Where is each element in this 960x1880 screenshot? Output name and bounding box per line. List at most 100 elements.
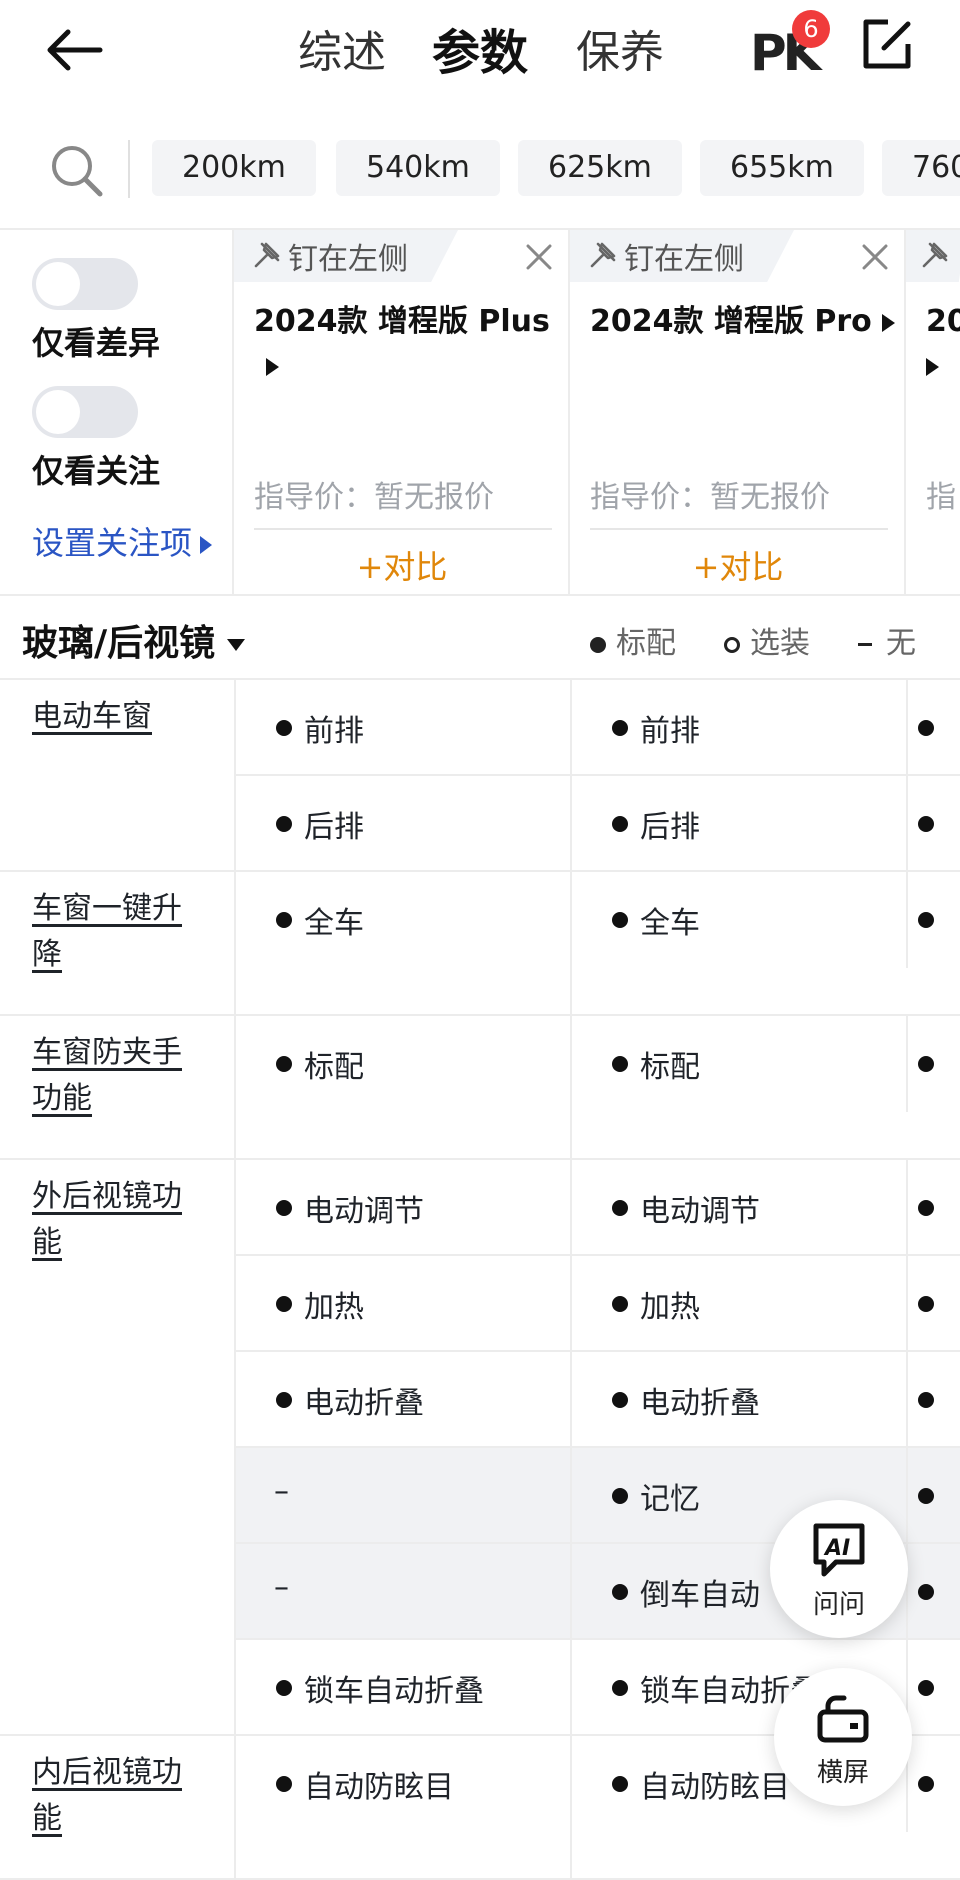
cell-value: 前排 (640, 714, 700, 749)
pk-count-badge: 6 (792, 10, 830, 48)
param-cell (906, 1736, 960, 1832)
set-focus-label: 设置关注项 (32, 524, 193, 562)
car-name-link[interactable]: 2024款 增程版 Pro (590, 300, 900, 344)
standard-dot-icon (612, 1200, 628, 1216)
param-group: 车窗一键升降 全车 全车 (0, 872, 960, 1016)
param-cell: 全车 (234, 872, 570, 968)
column-divider (234, 968, 236, 1016)
standard-dot-icon (918, 720, 934, 736)
column-divider (570, 1112, 572, 1160)
range-chip-200km[interactable]: 200km (152, 140, 316, 196)
add-compare-button[interactable]: +对比 (570, 542, 906, 588)
standard-dot-icon (918, 1056, 934, 1072)
param-cell: 前排 (570, 680, 906, 776)
param-group: 外后视镜功能 电动调节 电动调节 加热 加热 电动折叠 电动折叠 – 记忆 – 倒车自动 锁车自动折叠… (0, 1160, 960, 1736)
standard-dot-icon (612, 1296, 628, 1312)
pin-left-button[interactable]: 钉在左侧 (570, 230, 794, 282)
column-divider (570, 1832, 572, 1880)
standard-dot-icon (918, 912, 934, 928)
param-cell (906, 1256, 960, 1352)
param-cell: – (234, 1448, 570, 1544)
standard-dot-icon (612, 912, 628, 928)
cell-value: 电动折叠 (304, 1386, 424, 1421)
column-divider (234, 1832, 236, 1880)
triangle-right-icon (881, 313, 895, 332)
close-icon[interactable] (524, 242, 554, 272)
triangle-right-icon (926, 357, 939, 376)
add-compare-button[interactable]: +对比 (234, 542, 570, 588)
param-cell: 电动折叠 (234, 1352, 570, 1448)
param-cell: – (234, 1544, 570, 1640)
diff-only-toggle[interactable] (32, 258, 138, 310)
pin-left-button[interactable]: 钉在左侧 (234, 230, 458, 282)
cell-value: 后排 (640, 810, 700, 845)
focus-only-label: 仅看关注 (32, 452, 161, 490)
param-cell: 标配 (234, 1016, 570, 1112)
cell-value: 电动调节 (640, 1194, 760, 1229)
pin-left-button[interactable] (906, 230, 960, 282)
standard-dot-icon (276, 1392, 292, 1408)
standard-dot-icon (612, 1584, 628, 1600)
standard-dot-icon (276, 816, 292, 832)
param-label[interactable]: 电动车窗 (32, 694, 202, 740)
standard-dot-icon (276, 720, 292, 736)
car-name-link[interactable]: 20 (926, 300, 960, 388)
cell-value: 全车 (304, 906, 364, 941)
close-icon[interactable] (860, 242, 890, 272)
param-cell: 电动调节 (570, 1160, 906, 1256)
standard-dot-icon (276, 912, 292, 928)
param-cell (906, 872, 960, 968)
range-chip-540km[interactable]: 540km (336, 140, 500, 196)
param-group: 车窗防夹手功能 标配 标配 (0, 1016, 960, 1160)
svg-text:AI: AI (823, 1536, 850, 1561)
edit-icon[interactable] (858, 16, 916, 74)
range-chip-760km[interactable]: 760 (882, 140, 960, 196)
tab-overview[interactable]: 综述 (298, 18, 386, 88)
pk-compare-button[interactable]: PK 6 (750, 10, 830, 86)
divider (590, 528, 888, 530)
car-price: 指导价：暂无报价 (590, 480, 830, 515)
standard-dot-icon (612, 720, 628, 736)
standard-dot-icon (918, 1776, 934, 1792)
car-name-link[interactable]: 2024款 增程版 Plus (254, 300, 564, 388)
pin-left-label: 钉在左侧 (288, 242, 408, 277)
filled-dot-icon (590, 636, 606, 653)
param-label[interactable]: 车窗防夹手功能 (32, 1030, 202, 1122)
landscape-button[interactable]: 横屏 (774, 1668, 912, 1806)
param-label[interactable]: 外后视镜功能 (32, 1174, 202, 1266)
standard-dot-icon (918, 816, 934, 832)
car-name: 20 (926, 304, 960, 339)
filter-panel: 仅看差异 仅看关注 设置关注项 (0, 230, 234, 594)
param-cell: 自动防眩目 (234, 1736, 570, 1832)
param-label[interactable]: 内后视镜功能 (32, 1750, 202, 1842)
tab-params[interactable]: 参数 (432, 18, 529, 88)
set-focus-link[interactable]: 设置关注项 (32, 518, 213, 564)
param-label[interactable]: 车窗一键升降 (32, 886, 202, 978)
toggle-knob (36, 390, 80, 434)
search-icon[interactable] (48, 142, 104, 198)
focus-only-toggle[interactable] (32, 386, 138, 438)
legend-standard-label: 标配 (616, 626, 676, 661)
cell-value: 加热 (640, 1290, 700, 1325)
legend-none: 无 (858, 618, 916, 662)
section-title[interactable]: 玻璃/后视镜 (22, 614, 246, 666)
landscape-label: 横屏 (816, 1758, 869, 1788)
param-cell (906, 1016, 960, 1112)
cell-value: 标配 (304, 1050, 364, 1085)
standard-dot-icon (612, 1392, 628, 1408)
car-name: 2024款 增程版 Pro (590, 304, 872, 339)
ask-ai-button[interactable]: AI 问问 (770, 1500, 908, 1638)
chevron-down-icon (227, 639, 246, 651)
cell-value: 前排 (304, 714, 364, 749)
range-chip-625km[interactable]: 625km (518, 140, 682, 196)
car-price: 指 (926, 480, 956, 515)
car-column-partial: 20 指 (906, 230, 960, 594)
cell-value: 锁车自动折叠 (304, 1674, 484, 1709)
cell-value: 全车 (640, 906, 700, 941)
back-arrow-icon[interactable] (44, 26, 104, 74)
tab-maintenance[interactable]: 保养 (576, 18, 664, 88)
param-cell: 加热 (570, 1256, 906, 1352)
param-cell (906, 1352, 960, 1448)
pin-icon (590, 242, 616, 268)
range-chip-655km[interactable]: 655km (700, 140, 864, 196)
